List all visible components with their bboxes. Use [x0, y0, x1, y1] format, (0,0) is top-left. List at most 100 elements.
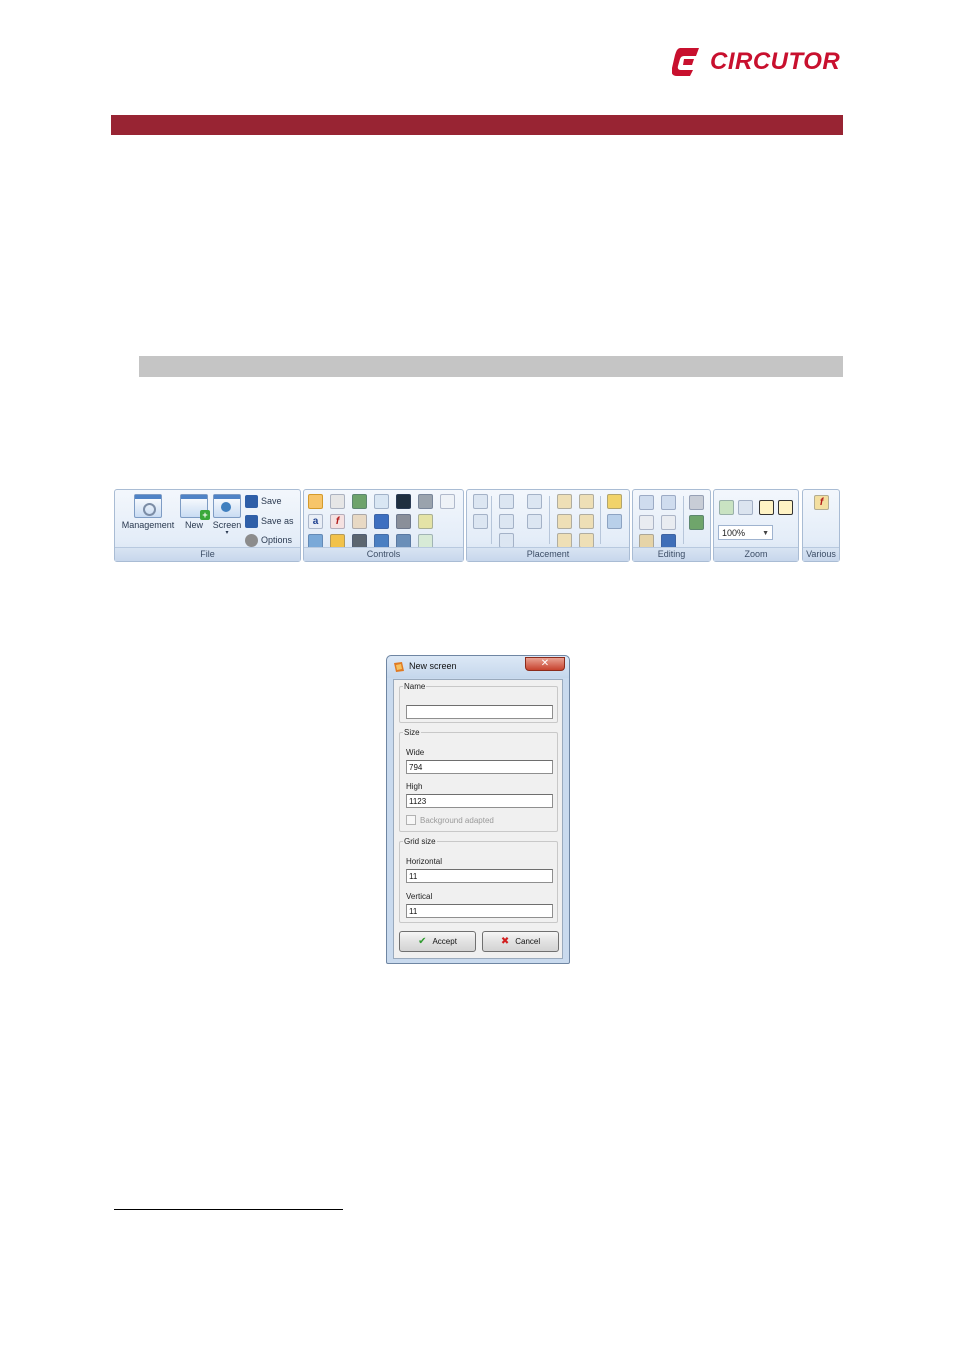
screen-label: Screen [212, 520, 242, 530]
cancel-button[interactable]: ✖ Cancel [482, 931, 559, 952]
group-label-editing: Editing [633, 547, 710, 561]
dialog-body: Name Size Wide High Background adapted G… [393, 679, 563, 959]
name-group-legend: Name [404, 682, 426, 691]
save-as-icon [245, 514, 258, 528]
size-group-legend: Size [404, 728, 420, 737]
align-center-icon[interactable] [579, 533, 594, 548]
placement-separator [600, 496, 601, 544]
image-tool-icon[interactable] [352, 494, 367, 509]
placement-separator [491, 496, 492, 544]
ribbon-group-file: Management + New Screen ▾ Save Save as O… [114, 489, 301, 562]
center-vertical-icon[interactable] [473, 514, 488, 529]
ribbon-group-various: f Various [802, 489, 840, 562]
management-icon [134, 494, 162, 518]
name-group: Name [399, 682, 558, 723]
frame-tool-icon[interactable] [440, 494, 455, 509]
save-as-button[interactable]: Save as [245, 513, 294, 529]
close-button[interactable]: ✕ [525, 657, 565, 671]
background-adapted-label: Background adapted [420, 815, 494, 825]
undo-icon[interactable] [639, 495, 654, 510]
stack-tool-icon[interactable] [396, 514, 411, 529]
fit-width-icon[interactable] [759, 500, 774, 515]
script-function-icon[interactable]: f [814, 495, 829, 510]
horizontal-input[interactable] [406, 869, 553, 883]
high-input[interactable] [406, 794, 553, 808]
ribbon-group-zoom: 100% ▼ Zoom [713, 489, 799, 562]
footnote-separator [114, 1209, 343, 1210]
management-button[interactable]: Management [120, 494, 176, 530]
fit-page-icon[interactable] [778, 500, 793, 515]
save-as-label: Save as [261, 516, 294, 526]
vertical-input[interactable] [406, 904, 553, 918]
align-middle-icon[interactable] [579, 514, 594, 529]
zoom-out-icon[interactable] [738, 500, 753, 515]
ribbon-group-placement: Placement [466, 489, 630, 562]
display-tool-icon[interactable] [396, 494, 411, 509]
align-top-icon[interactable] [579, 494, 594, 509]
header-accent-bar [111, 115, 843, 135]
refresh-icon[interactable] [689, 515, 704, 530]
editing-separator [683, 496, 684, 544]
same-size-icon[interactable] [499, 533, 514, 548]
screen-button[interactable]: Screen ▾ [208, 494, 246, 536]
align-bottom-icon[interactable] [557, 533, 572, 548]
screen-icon [213, 494, 241, 518]
wide-input[interactable] [406, 760, 553, 774]
cut-icon[interactable] [661, 515, 676, 530]
cube-tool-icon[interactable] [374, 514, 389, 529]
gear-icon [245, 533, 258, 547]
wide-label: Wide [406, 748, 425, 757]
management-label: Management [121, 520, 175, 530]
center-horizontal-icon[interactable] [473, 494, 488, 509]
space-horizontal-icon[interactable] [527, 494, 542, 509]
space-vertical-icon[interactable] [527, 514, 542, 529]
chevron-down-icon: ▼ [762, 530, 769, 537]
section-heading-bar [139, 356, 843, 377]
accept-label: Accept [432, 937, 457, 946]
ribbon-group-controls: a f Controls [303, 489, 464, 562]
group-label-placement: Placement [467, 547, 629, 561]
group-label-controls: Controls [304, 547, 463, 561]
screen-dropdown-arrow-icon: ▾ [225, 530, 229, 536]
align-right-icon[interactable] [557, 514, 572, 529]
options-label: Options [261, 535, 293, 545]
zoom-level-select[interactable]: 100% ▼ [718, 525, 773, 540]
document-tool-icon[interactable] [352, 514, 367, 529]
accept-button[interactable]: ✔ Accept [399, 931, 476, 952]
pointer-tool-icon[interactable] [308, 494, 323, 509]
name-input[interactable] [406, 705, 553, 719]
clock-tool-icon[interactable] [330, 494, 345, 509]
group-label-zoom: Zoom [714, 547, 798, 561]
grid-size-legend: Grid size [404, 837, 436, 846]
grid-size-group: Grid size Horizontal Vertical [399, 837, 558, 923]
text-tool-icon[interactable]: a [308, 514, 323, 529]
save-label: Save [261, 496, 282, 506]
send-back-icon[interactable] [607, 514, 622, 529]
zoom-level-value: 100% [722, 528, 746, 538]
redo-icon[interactable] [661, 495, 676, 510]
find-replace-icon[interactable] [689, 495, 704, 510]
same-width-icon[interactable] [499, 494, 514, 509]
checkmark-icon: ✔ [418, 936, 427, 947]
circutor-logo: CIRCUTOR [672, 44, 844, 80]
copy-icon[interactable] [639, 515, 654, 530]
close-icon: ✕ [540, 658, 550, 669]
align-left-icon[interactable] [557, 494, 572, 509]
save-button[interactable]: Save [245, 493, 282, 509]
zoom-in-icon[interactable] [719, 500, 734, 515]
background-adapted-checkbox[interactable]: Background adapted [406, 815, 494, 825]
cancel-x-icon: ✖ [500, 936, 510, 947]
bring-front-icon[interactable] [607, 494, 622, 509]
checkbox-box [406, 815, 416, 825]
ribbon-toolbar: Management + New Screen ▾ Save Save as O… [114, 489, 841, 563]
dialog-title: New screen [409, 661, 457, 671]
chart-tool-icon[interactable] [374, 494, 389, 509]
camera-tool-icon[interactable] [418, 494, 433, 509]
same-height-icon[interactable] [499, 514, 514, 529]
logo-text: CIRCUTOR [710, 48, 841, 75]
picture-tool-icon[interactable] [418, 514, 433, 529]
new-screen-icon: + [180, 494, 210, 520]
ribbon-group-editing: Editing [632, 489, 711, 562]
formula-tool-icon[interactable]: f [330, 514, 345, 529]
options-button[interactable]: Options [245, 532, 292, 548]
